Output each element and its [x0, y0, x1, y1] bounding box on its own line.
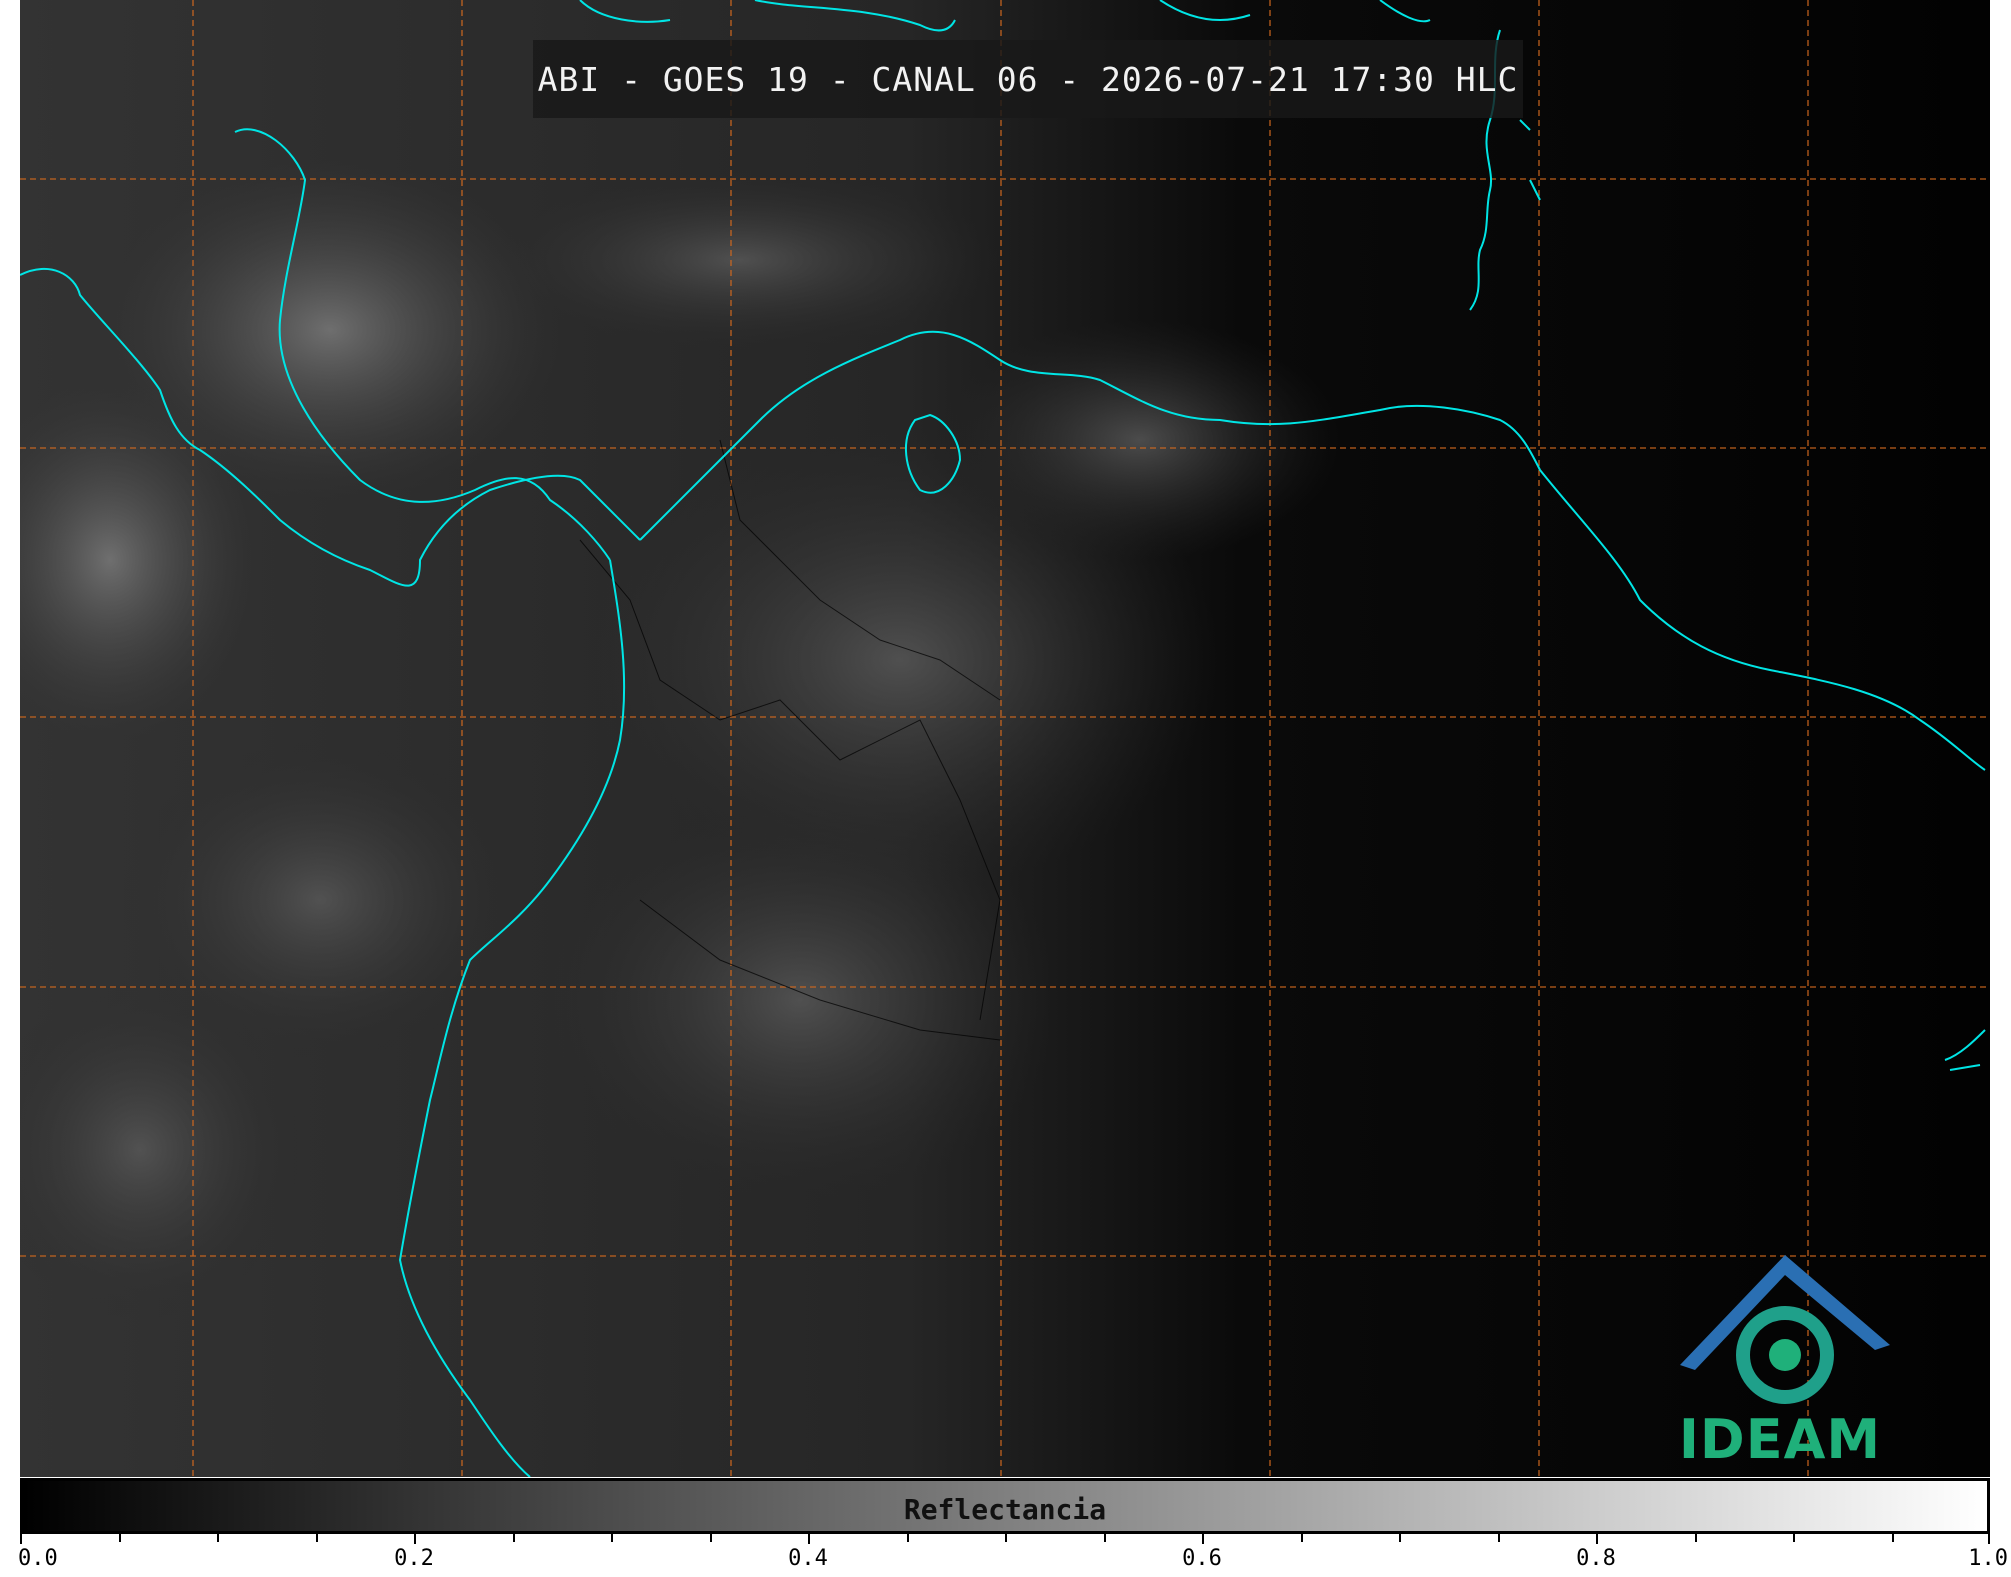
colorbar-minor-tick	[217, 1534, 219, 1542]
colorbar-label: Reflectancia	[903, 1493, 1107, 1526]
cloud-region	[940, 320, 1340, 560]
map-title: ABI - GOES 19 - CANAL 06 - 2026-07-21 17…	[537, 59, 1519, 99]
colorbar-tick-label: 0.8	[1576, 1546, 1616, 1571]
colorbar-major-tick	[414, 1534, 416, 1544]
logo-swirl-inner	[1769, 1339, 1801, 1371]
colorbar-tick-label: 1.0	[1968, 1546, 2008, 1571]
colorbar-minor-tick	[1694, 1534, 1697, 1542]
colorbar-minor-tick	[1300, 1534, 1303, 1542]
colorbar-tick-label: 0.4	[788, 1546, 828, 1571]
colorbar-minor-tick	[315, 1534, 318, 1542]
colorbar-minor-tick	[1399, 1534, 1401, 1542]
colorbar-minor-tick	[512, 1534, 515, 1542]
colorbar-tick-label: 0.2	[394, 1546, 434, 1571]
logo-text: IDEAM	[1678, 1408, 1882, 1471]
colorbar-major-tick	[20, 1534, 22, 1544]
colorbar-minor-tick	[118, 1534, 121, 1542]
colorbar-minor-tick	[709, 1534, 712, 1542]
cloud-region	[120, 740, 520, 1060]
colorbar-minor-tick	[1103, 1534, 1106, 1542]
colorbar-tick-label: 0.0	[18, 1546, 58, 1571]
colorbar-tick-label: 0.6	[1182, 1546, 1222, 1571]
colorbar-minor-tick	[1891, 1534, 1894, 1542]
ideam-logo-icon	[1680, 1255, 1890, 1404]
colorbar-major-tick	[808, 1534, 810, 1544]
colorbar-major-tick	[1596, 1534, 1598, 1544]
colorbar-minor-tick	[1497, 1534, 1500, 1542]
colorbar-minor-tick	[906, 1534, 909, 1542]
colorbar-minor-tick	[1793, 1534, 1795, 1542]
satellite-map: ABI - GOES 19 - CANAL 06 - 2026-07-21 17…	[20, 0, 1990, 1477]
cloud-region	[480, 170, 1000, 350]
colorbar-major-tick	[1202, 1534, 1204, 1544]
colorbar-axis: 0.0 0.2 0.4 0.6 0.8 1.0	[18, 1534, 2008, 1577]
colorbar-minor-tick	[1005, 1534, 1007, 1542]
colorbar-minor-tick	[611, 1534, 613, 1542]
colorbar-major-tick	[1988, 1534, 1990, 1544]
colorbar: Reflectancia	[20, 1478, 1990, 1534]
ideam-logo: IDEAM	[1660, 1250, 1900, 1475]
title-banner: ABI - GOES 19 - CANAL 06 - 2026-07-21 17…	[533, 40, 1523, 118]
